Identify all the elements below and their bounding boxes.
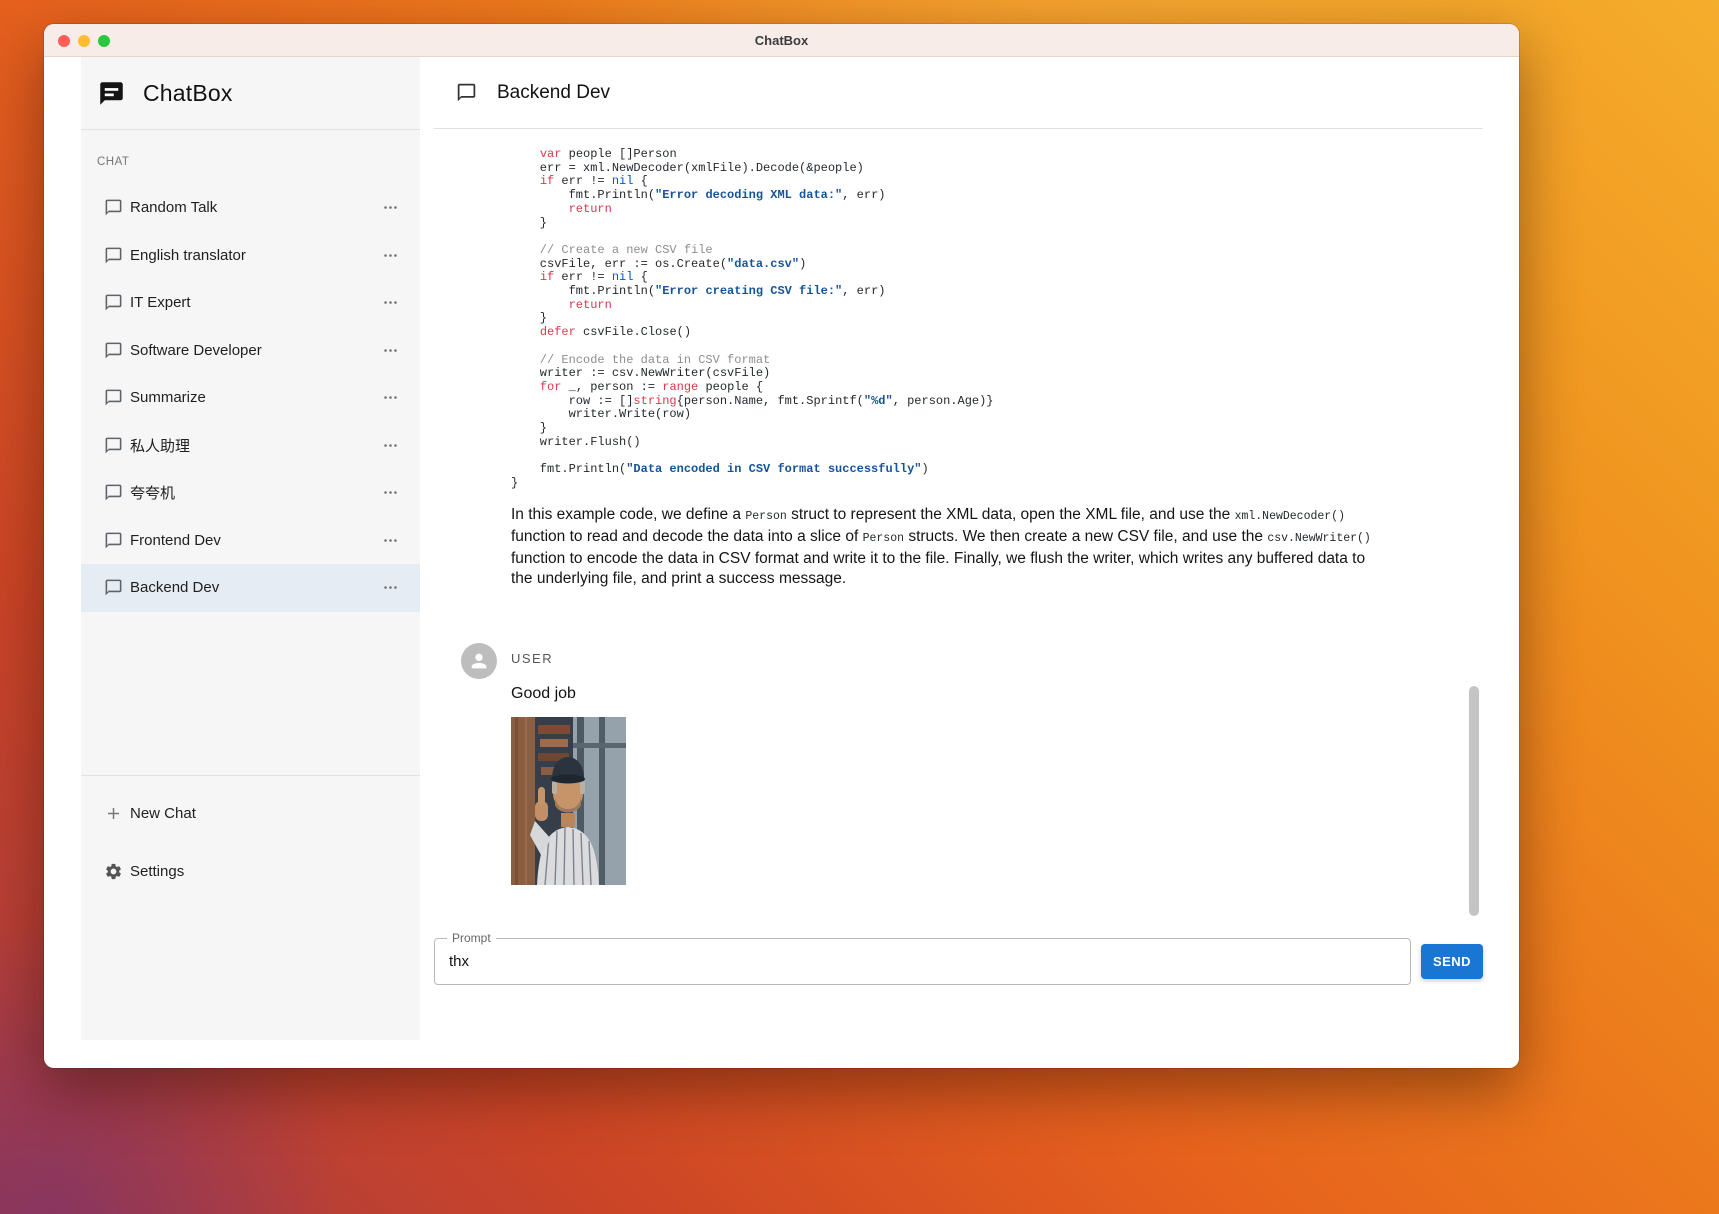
page-title: Backend Dev [497, 82, 610, 104]
more-options-icon[interactable] [382, 199, 399, 216]
sidebar-chat-item[interactable]: Summarize [81, 374, 420, 422]
app-window: ChatBox ChatBox CHAT Random Talk English… [44, 24, 1519, 1068]
new-chat-button[interactable]: New Chat [81, 789, 420, 837]
prompt-field-label: Prompt [447, 931, 496, 945]
more-options-icon[interactable] [382, 532, 399, 549]
chat-item-label: English translator [130, 247, 246, 264]
chat-bubble-icon [104, 341, 123, 360]
settings-button[interactable]: Settings [81, 847, 420, 895]
sidebar-chat-item[interactable]: Software Developer [81, 327, 420, 375]
message-role-label: USER [511, 643, 1483, 666]
sidebar-chat-item[interactable]: Frontend Dev [81, 517, 420, 565]
zoom-button[interactable] [98, 35, 110, 47]
main-header: Backend Dev [420, 57, 1519, 128]
chat-bubble-icon [104, 531, 123, 550]
chat-bubble-icon [104, 578, 123, 597]
user-photo [511, 717, 626, 885]
chat-scroll-area[interactable]: var people []Person err = xml.NewDecoder… [434, 129, 1483, 919]
titlebar: ChatBox [44, 24, 1519, 57]
prompt-row: Prompt SEND [434, 938, 1483, 985]
more-options-icon[interactable] [382, 342, 399, 359]
sidebar-divider [81, 129, 420, 130]
chat-item-label: Random Talk [130, 199, 217, 216]
settings-label: Settings [130, 863, 184, 880]
sidebar-chat-item[interactable]: Random Talk [81, 184, 420, 232]
more-options-icon[interactable] [382, 484, 399, 501]
chat-list: Random Talk English translator IT Expert… [81, 184, 420, 612]
chat-bubble-icon [104, 198, 123, 217]
chat-bubble-icon [456, 82, 477, 103]
more-options-icon[interactable] [382, 437, 399, 454]
sidebar-chat-item[interactable]: Backend Dev [81, 564, 420, 612]
person-icon [468, 650, 490, 672]
more-options-icon[interactable] [382, 294, 399, 311]
send-button[interactable]: SEND [1421, 944, 1483, 979]
chat-section-label: CHAT [97, 156, 420, 168]
chat-bubble-icon [104, 483, 123, 502]
more-options-icon[interactable] [382, 247, 399, 264]
chat-item-label: 私人助理 [130, 435, 190, 456]
chat-item-label: IT Expert [130, 294, 191, 311]
plus-icon [104, 804, 123, 823]
sidebar-chat-item[interactable]: IT Expert [81, 279, 420, 327]
avatar [461, 643, 497, 679]
main-panel: Backend Dev var people []Person err = xm… [420, 57, 1519, 1068]
app-title: ChatBox [143, 80, 233, 107]
app-logo-icon [98, 80, 125, 107]
close-button[interactable] [58, 35, 70, 47]
chat-bubble-icon [104, 388, 123, 407]
sidebar-bottom-divider [81, 775, 420, 776]
code-block: var people []Person err = xml.NewDecoder… [511, 148, 1483, 491]
chat-item-label: Frontend Dev [130, 532, 221, 549]
new-chat-label: New Chat [130, 805, 196, 822]
prompt-field: Prompt [434, 938, 1411, 985]
sidebar-bottom: New Chat Settings [81, 775, 420, 895]
sidebar-chat-item[interactable]: English translator [81, 232, 420, 280]
user-message-text: Good job [511, 685, 1483, 703]
chat-item-label: Backend Dev [130, 579, 219, 596]
sidebar-header: ChatBox [81, 57, 420, 129]
more-options-icon[interactable] [382, 389, 399, 406]
chat-item-label: Software Developer [130, 342, 262, 359]
sidebar-chat-item[interactable]: 私人助理 [81, 422, 420, 470]
assistant-paragraph: In this example code, we define a Person… [511, 505, 1373, 589]
user-message: USER Good job [511, 643, 1483, 885]
sidebar-chat-item[interactable]: 夸夸机 [81, 469, 420, 517]
chat-bubble-icon [104, 436, 123, 455]
scrollbar-thumb[interactable] [1469, 686, 1479, 916]
traffic-lights [58, 24, 110, 57]
chat-bubble-icon [104, 293, 123, 312]
prompt-input[interactable] [435, 939, 1410, 984]
more-options-icon[interactable] [382, 579, 399, 596]
chat-item-label: Summarize [130, 389, 206, 406]
chat-bubble-icon [104, 246, 123, 265]
chat-item-label: 夸夸机 [130, 482, 175, 503]
window-title: ChatBox [755, 33, 808, 48]
gear-icon [104, 862, 123, 881]
minimize-button[interactable] [78, 35, 90, 47]
sidebar: ChatBox CHAT Random Talk English transla… [81, 57, 420, 1040]
